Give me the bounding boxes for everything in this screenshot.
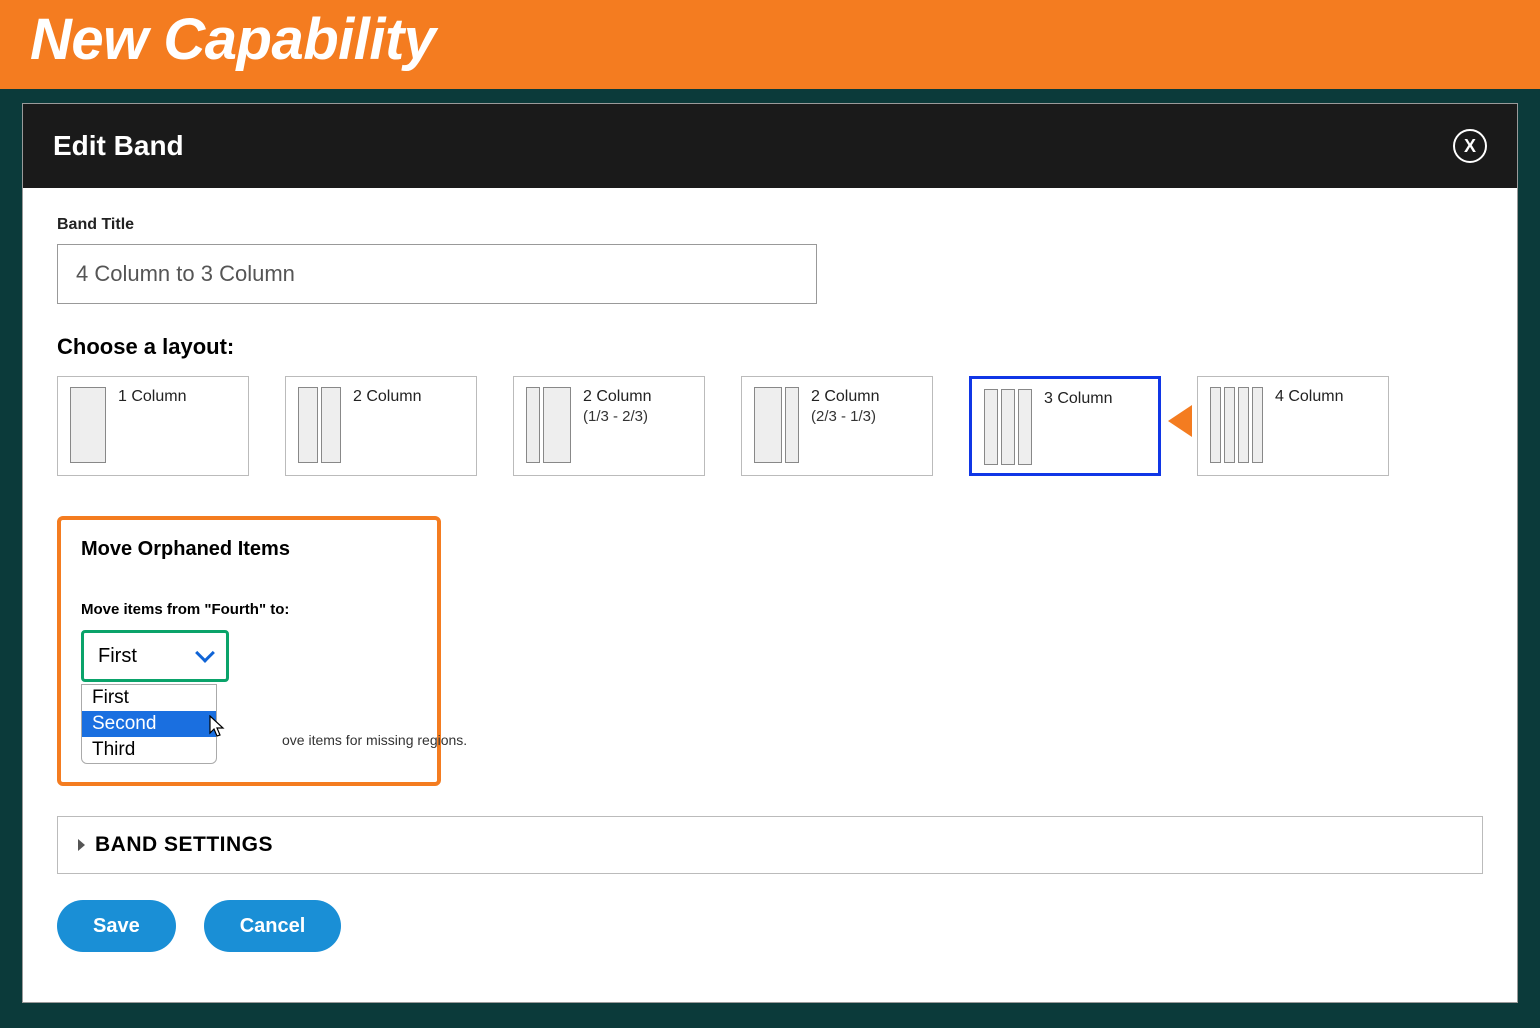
dialog-actions: Save Cancel	[57, 900, 1483, 952]
band-title-input[interactable]	[57, 244, 817, 304]
layout-option-3-column[interactable]: 3 Column	[969, 376, 1161, 476]
dropdown-option-third[interactable]: Third	[82, 737, 216, 763]
orphan-title: Move Orphaned Items	[81, 538, 423, 561]
layout-icon	[526, 387, 571, 463]
edit-band-dialog: Edit Band X Band Title Choose a layout: …	[22, 103, 1518, 1003]
dropdown-option-first[interactable]: First	[82, 685, 216, 711]
layout-icon	[298, 387, 341, 463]
band-settings-label: BAND SETTINGS	[95, 833, 273, 857]
layout-option-4-column[interactable]: 4 Column	[1197, 376, 1389, 476]
banner-title: New Capability	[30, 7, 436, 72]
dialog-header: Edit Band X	[23, 104, 1517, 188]
layout-option-1-column[interactable]: 1 Column	[57, 376, 249, 476]
layout-options-row: 1 Column 2 Column 2 Co	[57, 376, 1483, 476]
orphan-hint-text: ove items for missing regions.	[282, 732, 467, 748]
layout-label: 2 Column	[583, 387, 651, 408]
layout-icon	[754, 387, 799, 463]
layout-label: 2 Column	[811, 387, 879, 408]
layout-option-2-column-2-3[interactable]: 2 Column (2/3 - 1/3)	[741, 376, 933, 476]
layout-option-2-column[interactable]: 2 Column	[285, 376, 477, 476]
caret-right-icon	[78, 839, 85, 851]
layout-label: 3 Column	[1044, 389, 1112, 410]
layout-sublabel: (1/3 - 2/3)	[583, 408, 651, 425]
arrow-left-icon	[1168, 405, 1192, 437]
layout-label: 1 Column	[118, 387, 186, 408]
orphan-region: Move Orphaned Items Move items from "Fou…	[57, 516, 1483, 786]
layout-icon	[70, 387, 106, 463]
cancel-button[interactable]: Cancel	[204, 900, 342, 952]
layout-option-2-column-1-3[interactable]: 2 Column (1/3 - 2/3)	[513, 376, 705, 476]
band-settings-toggle[interactable]: BAND SETTINGS	[57, 816, 1483, 874]
orphan-move-label: Move items from "Fourth" to:	[81, 601, 423, 618]
dialog-body: Band Title Choose a layout: 1 Column	[23, 188, 1517, 982]
close-icon: X	[1464, 136, 1476, 157]
close-button[interactable]: X	[1453, 129, 1487, 163]
choose-layout-label: Choose a layout:	[57, 334, 1483, 360]
dropdown-option-second[interactable]: Second	[82, 711, 216, 737]
dropdown-value: First	[98, 645, 137, 668]
layout-icon	[1210, 387, 1263, 463]
layout-sublabel: (2/3 - 1/3)	[811, 408, 879, 425]
layout-icon	[984, 389, 1032, 465]
page-banner: New Capability	[0, 0, 1540, 89]
chevron-down-icon	[195, 643, 215, 663]
cursor-icon	[209, 715, 227, 739]
dropdown-selected[interactable]: First	[81, 630, 229, 682]
dropdown-list: First Second Third	[81, 684, 217, 764]
save-button[interactable]: Save	[57, 900, 176, 952]
layout-label: 4 Column	[1275, 387, 1343, 408]
orphan-target-dropdown[interactable]: First First Second Third	[81, 630, 229, 682]
dialog-title: Edit Band	[53, 130, 184, 162]
band-title-label: Band Title	[57, 216, 1483, 234]
layout-label: 2 Column	[353, 387, 421, 408]
